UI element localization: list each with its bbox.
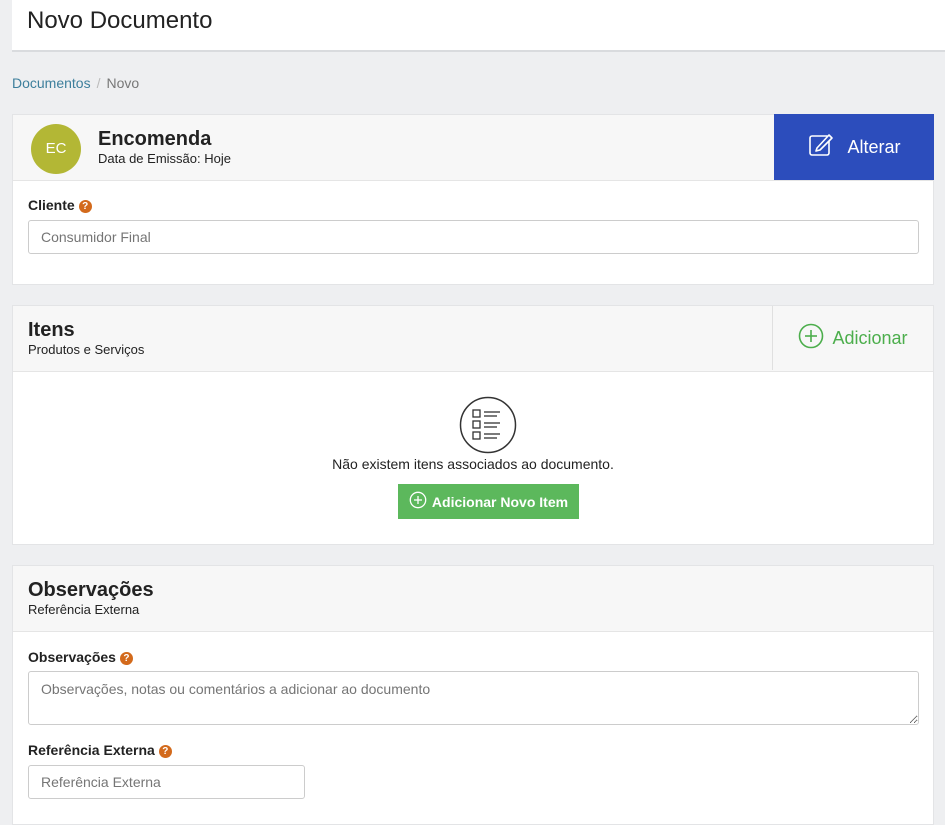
breadcrumb: Documentos / Novo — [12, 75, 139, 91]
document-card-header: EC Encomenda Data de Emissão: Hoje Alter… — [13, 114, 934, 181]
items-subtitle: Produtos e Serviços — [28, 342, 145, 357]
page-title: Novo Documento — [27, 7, 213, 34]
page-header: Novo Documento — [12, 0, 945, 52]
external-reference-label: Referência Externa — [28, 742, 155, 758]
avatar: EC — [31, 124, 81, 174]
alterar-button[interactable]: Alterar — [774, 114, 934, 180]
add-item-link[interactable]: Adicionar — [772, 306, 933, 370]
notes-title: Observações — [28, 579, 154, 601]
breadcrumb-link-documentos[interactable]: Documentos — [12, 75, 91, 91]
client-label: Cliente — [28, 197, 75, 213]
help-icon[interactable]: ? — [158, 745, 172, 758]
external-reference-input[interactable] — [28, 765, 305, 799]
list-icon — [459, 396, 517, 459]
alterar-label: Alterar — [847, 136, 901, 157]
document-card: EC Encomenda Data de Emissão: Hoje Alter… — [12, 114, 934, 285]
notes-subtitle: Referência Externa — [28, 602, 140, 617]
client-input[interactable] — [28, 220, 919, 254]
add-item-label: Adicionar — [832, 327, 908, 348]
help-icon[interactable]: ? — [78, 200, 92, 213]
breadcrumb-separator: / — [96, 75, 101, 91]
add-new-item-button[interactable]: Adicionar Novo Item — [398, 484, 579, 519]
observations-textarea[interactable] — [28, 671, 919, 725]
edit-icon — [807, 131, 835, 164]
notes-card-header: Observações Referência Externa — [13, 566, 933, 632]
breadcrumb-current: Novo — [106, 75, 140, 91]
plus-circle-icon — [798, 323, 824, 354]
empty-items-text: Não existem itens associados ao document… — [332, 456, 614, 472]
observations-label: Observações — [28, 649, 116, 665]
help-icon[interactable]: ? — [119, 652, 133, 665]
document-type: Encomenda — [98, 128, 212, 150]
items-card-header: Itens Produtos e Serviços Adicionar — [13, 306, 933, 372]
items-title: Itens — [28, 319, 75, 341]
items-card: Itens Produtos e Serviços Adicionar Não … — [12, 305, 934, 545]
client-label-row: Cliente? — [28, 197, 92, 213]
plus-circle-icon — [409, 491, 427, 512]
external-reference-label-row: Referência Externa? — [28, 742, 172, 758]
issue-date: Data de Emissão: Hoje — [98, 151, 231, 166]
observations-label-row: Observações? — [28, 649, 133, 665]
notes-card: Observações Referência Externa Observaçõ… — [12, 565, 934, 825]
add-new-item-label: Adicionar Novo Item — [431, 493, 569, 510]
